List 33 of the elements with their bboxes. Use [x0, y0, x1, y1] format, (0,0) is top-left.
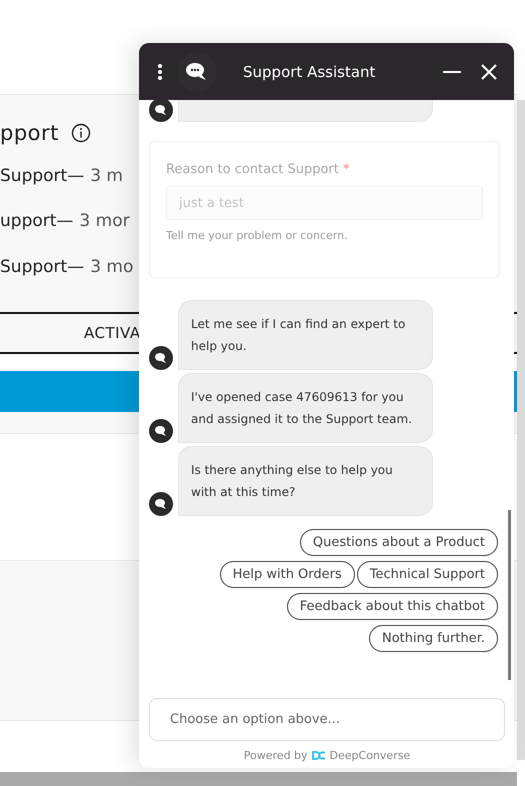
message-bubble: Is there anything else to help you with at this time?	[178, 446, 433, 516]
message-input[interactable]: Choose an option above...	[149, 698, 505, 741]
tab[interactable]: ACTIVA	[84, 324, 141, 342]
page-heading: pport	[0, 121, 59, 145]
history-item-time: 3 mor	[79, 211, 130, 232]
brand-logo-icon	[312, 751, 326, 760]
quick-reply-button[interactable]: Help with Orders	[220, 561, 355, 588]
bot-avatar-icon	[149, 346, 173, 370]
quick-reply-button[interactable]: Questions about a Product	[300, 529, 498, 556]
chat-scrollbar[interactable]	[508, 510, 511, 680]
message-bubble: Let me see if I can find an expert to help you.	[178, 300, 433, 370]
history-item-label: Support—	[0, 166, 84, 186]
info-icon[interactable]	[70, 123, 91, 143]
quick-reply-button[interactable]: Nothing further.	[368, 625, 498, 652]
quick-reply-button[interactable]: Feedback about this chatbot	[286, 593, 498, 620]
more-icon[interactable]	[157, 62, 163, 80]
bot-avatar-icon	[149, 492, 173, 516]
history-item-time: 3 mo	[90, 256, 134, 277]
field-help: Tell me your problem or concern.	[166, 229, 349, 242]
bot-avatar-icon	[149, 419, 173, 443]
field-label: Reason to contact Support *	[166, 162, 350, 177]
history-item-label: upport—	[0, 211, 74, 232]
quick-reply-button[interactable]: Technical Support	[356, 561, 498, 588]
chat-title: Support Assistant	[243, 62, 376, 80]
powered-by-text: Powered by	[244, 749, 308, 762]
brand-name[interactable]: DeepConverse	[330, 749, 410, 762]
close-icon[interactable]	[481, 64, 497, 80]
history-item-label: Support—	[0, 256, 84, 277]
minimize-icon[interactable]	[443, 70, 461, 74]
page-scrollbar[interactable]	[517, 100, 525, 760]
horizontal-scrollbar[interactable]	[0, 772, 517, 786]
message-bubble: I've opened case 47609613 for you and assigned it to the Support team.	[178, 373, 433, 443]
history-item-time: 3 m	[90, 166, 123, 186]
